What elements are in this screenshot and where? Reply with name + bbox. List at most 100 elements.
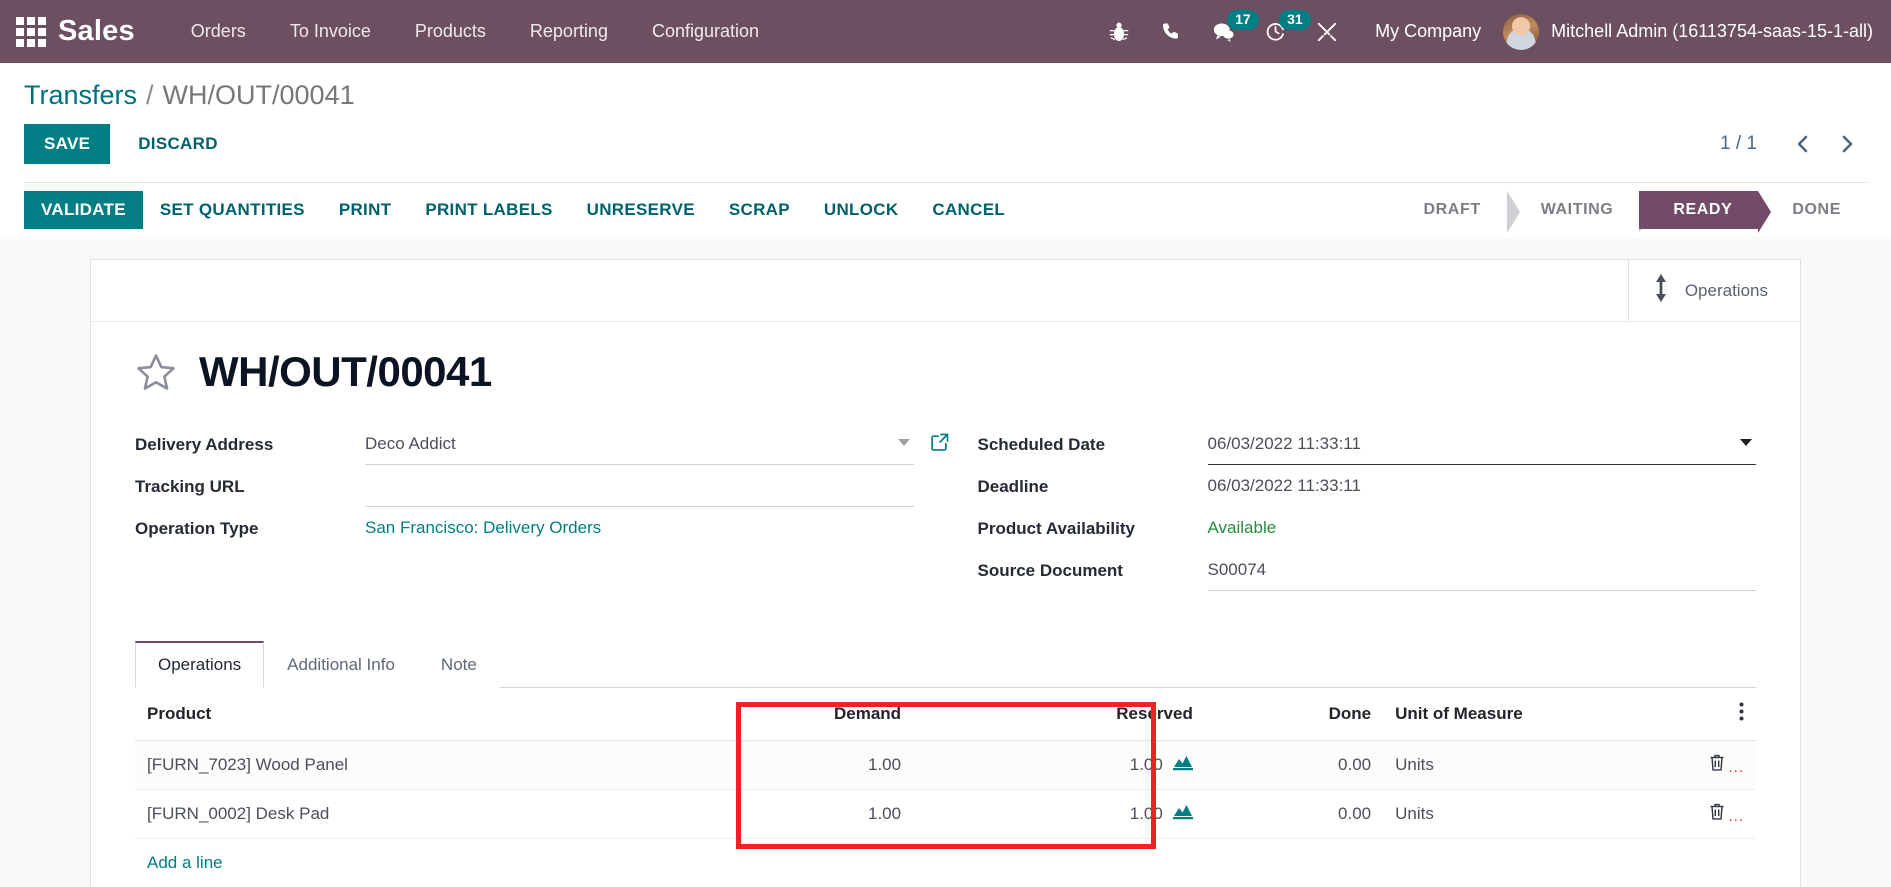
table-row[interactable]: [FURN_7023] Wood Panel 1.00 1.00 0.00 Un… [135, 740, 1756, 790]
discard-button[interactable]: DISCARD [120, 124, 236, 164]
notebook-tabs: Operations Additional Info Note [135, 640, 1756, 688]
field-scheduled-date-value[interactable]: 06/03/2022 11:33:11 [1207, 430, 1756, 465]
operations-smart-button-label: Operations [1684, 280, 1768, 300]
field-delivery-address-value[interactable]: Deco Addict [365, 430, 948, 465]
pager-previous-button[interactable] [1783, 126, 1823, 162]
form-column-left: Delivery Address Deco Addict Tracking UR… [135, 430, 948, 598]
pager: 1 / 1 [1720, 126, 1867, 162]
main-menu: Orders To Invoice Products Reporting Con… [169, 1, 781, 62]
tools-icon[interactable] [1301, 0, 1353, 63]
internal-link-icon[interactable] [930, 432, 950, 452]
app-brand-sales[interactable]: Sales [58, 15, 135, 48]
field-deadline: Deadline 06/03/2022 11:33:11 [978, 472, 1757, 514]
menu-orders[interactable]: Orders [169, 1, 268, 62]
field-operation-type-value[interactable]: San Francisco: Delivery Orders [365, 514, 914, 543]
status-ready[interactable]: READY [1639, 191, 1772, 233]
vertical-dots-icon[interactable] [1739, 702, 1744, 721]
field-scheduled-date: Scheduled Date 06/03/2022 11:33:11 [978, 430, 1756, 472]
field-delivery-address: Delivery Address Deco Addict [135, 430, 948, 472]
trash-icon[interactable]: ... [1708, 802, 1744, 825]
cell-product[interactable]: [FURN_7023] Wood Panel [135, 740, 735, 790]
column-product: Product [135, 688, 735, 741]
control-panel: Transfers / WH/OUT/00041 SAVE DISCARD 1 … [0, 63, 1891, 237]
column-demand: Demand [734, 688, 914, 741]
print-labels-button[interactable]: PRINT LABELS [408, 191, 569, 229]
tab-note[interactable]: Note [417, 642, 500, 688]
operations-smart-button[interactable]: Operations [1627, 260, 1800, 321]
status-draft[interactable]: DRAFT [1397, 191, 1520, 233]
field-product-availability-value: Available [1207, 518, 1277, 537]
user-menu[interactable]: Mitchell Admin (16113754-saas-15-1-all) [1503, 13, 1877, 50]
tab-additional-info[interactable]: Additional Info [264, 642, 418, 688]
column-done: Done [1204, 688, 1384, 741]
field-deadline-label: Deadline [977, 477, 1049, 496]
bug-icon[interactable] [1093, 0, 1145, 63]
cell-delete[interactable]: ... [1658, 789, 1756, 839]
tab-operations[interactable]: Operations [135, 641, 265, 688]
cell-delete[interactable]: ... [1658, 740, 1756, 790]
field-operation-type-label: Operation Type [135, 519, 259, 538]
table-row[interactable]: [FURN_0002] Desk Pad 1.00 1.00 0.00 Unit… [135, 789, 1756, 839]
field-tracking-url-value[interactable] [365, 472, 914, 507]
table-header-row: Product Demand Reserved Done Unit of Mea… [135, 688, 1756, 741]
cell-product[interactable]: [FURN_0002] Desk Pad [135, 789, 735, 839]
scrap-button[interactable]: SCRAP [712, 191, 807, 229]
pager-next-button[interactable] [1827, 126, 1867, 162]
save-button[interactable]: SAVE [24, 124, 111, 164]
record-actions-row: SAVE DISCARD 1 / 1 [24, 117, 1867, 182]
operations-lines-table: Product Demand Reserved Done Unit of Mea… [135, 688, 1756, 839]
cell-unit-of-measure[interactable]: Units [1383, 789, 1659, 839]
cell-reserved[interactable]: 1.00 [913, 789, 1205, 839]
field-source-document-label: Source Document [977, 561, 1123, 580]
column-unit-of-measure: Unit of Measure [1383, 688, 1659, 741]
top-navbar: Sales Orders To Invoice Products Reporti… [0, 0, 1891, 63]
status-done[interactable]: DONE [1758, 191, 1867, 229]
field-source-document-value[interactable]: S00074 [1207, 556, 1756, 591]
cell-unit-of-measure[interactable]: Units [1383, 740, 1659, 790]
forecast-chart-icon[interactable] [1172, 754, 1193, 776]
menu-reporting[interactable]: Reporting [508, 1, 630, 62]
cell-done[interactable]: 0.00 [1204, 740, 1384, 790]
set-quantities-button[interactable]: SET QUANTITIES [143, 191, 322, 229]
unlock-button[interactable]: UNLOCK [807, 191, 916, 229]
messages-icon[interactable]: 17 [1197, 0, 1259, 63]
chevron-down-icon[interactable] [897, 439, 910, 446]
cell-reserved[interactable]: 1.00 [913, 740, 1205, 790]
statusbar-row: VALIDATE SET QUANTITIES PRINT PRINT LABE… [24, 182, 1867, 237]
cell-done[interactable]: 0.00 [1204, 789, 1384, 839]
print-button[interactable]: PRINT [322, 191, 409, 229]
field-operation-type: Operation Type San Francisco: Delivery O… [135, 514, 914, 556]
trash-icon[interactable]: ... [1708, 753, 1744, 776]
breadcrumb-current-record: WH/OUT/00041 [162, 80, 355, 110]
menu-configuration[interactable]: Configuration [630, 1, 781, 62]
star-outline-icon[interactable] [135, 351, 177, 393]
menu-products[interactable]: Products [393, 1, 508, 62]
field-delivery-address-label: Delivery Address [135, 435, 274, 454]
status-waiting[interactable]: WAITING [1506, 191, 1652, 233]
form-sheet: Operations WH/OUT/00041 Delivery Address [90, 259, 1801, 887]
menu-to-invoice[interactable]: To Invoice [268, 1, 393, 62]
cell-demand[interactable]: 1.00 [734, 789, 914, 839]
status-pipeline: DRAFT WAITING READY DONE [1397, 183, 1867, 237]
validate-button[interactable]: VALIDATE [24, 191, 143, 229]
phone-icon[interactable] [1145, 0, 1197, 63]
add-a-line-button[interactable]: Add a line [135, 839, 235, 887]
company-switcher[interactable]: My Company [1353, 21, 1503, 42]
cell-demand[interactable]: 1.00 [734, 740, 914, 790]
form-body: WH/OUT/00041 Delivery Address Deco Addic… [91, 322, 1800, 887]
activities-clock-icon[interactable]: 31 [1249, 0, 1311, 63]
form-column-right: Scheduled Date 06/03/2022 11:33:11 Deadl… [977, 430, 1757, 598]
unreserve-button[interactable]: UNRESERVE [570, 191, 712, 229]
navbar-right-tools: 17 31 My Company Mitchell Admin (1611375… [1093, 0, 1877, 63]
apps-grid-icon[interactable] [10, 11, 52, 53]
optional-columns-button[interactable] [1658, 688, 1756, 741]
field-tracking-url: Tracking URL [135, 472, 914, 514]
breadcrumb-parent-transfers[interactable]: Transfers [24, 80, 137, 111]
avatar [1503, 13, 1540, 50]
field-product-availability-label: Product Availability [977, 519, 1135, 538]
page-title: WH/OUT/00041 [199, 348, 492, 395]
cancel-button[interactable]: CANCEL [915, 191, 1022, 229]
field-product-availability: Product Availability Available [978, 514, 1757, 556]
chevron-down-icon[interactable] [1740, 439, 1752, 446]
forecast-chart-icon[interactable] [1172, 803, 1193, 825]
